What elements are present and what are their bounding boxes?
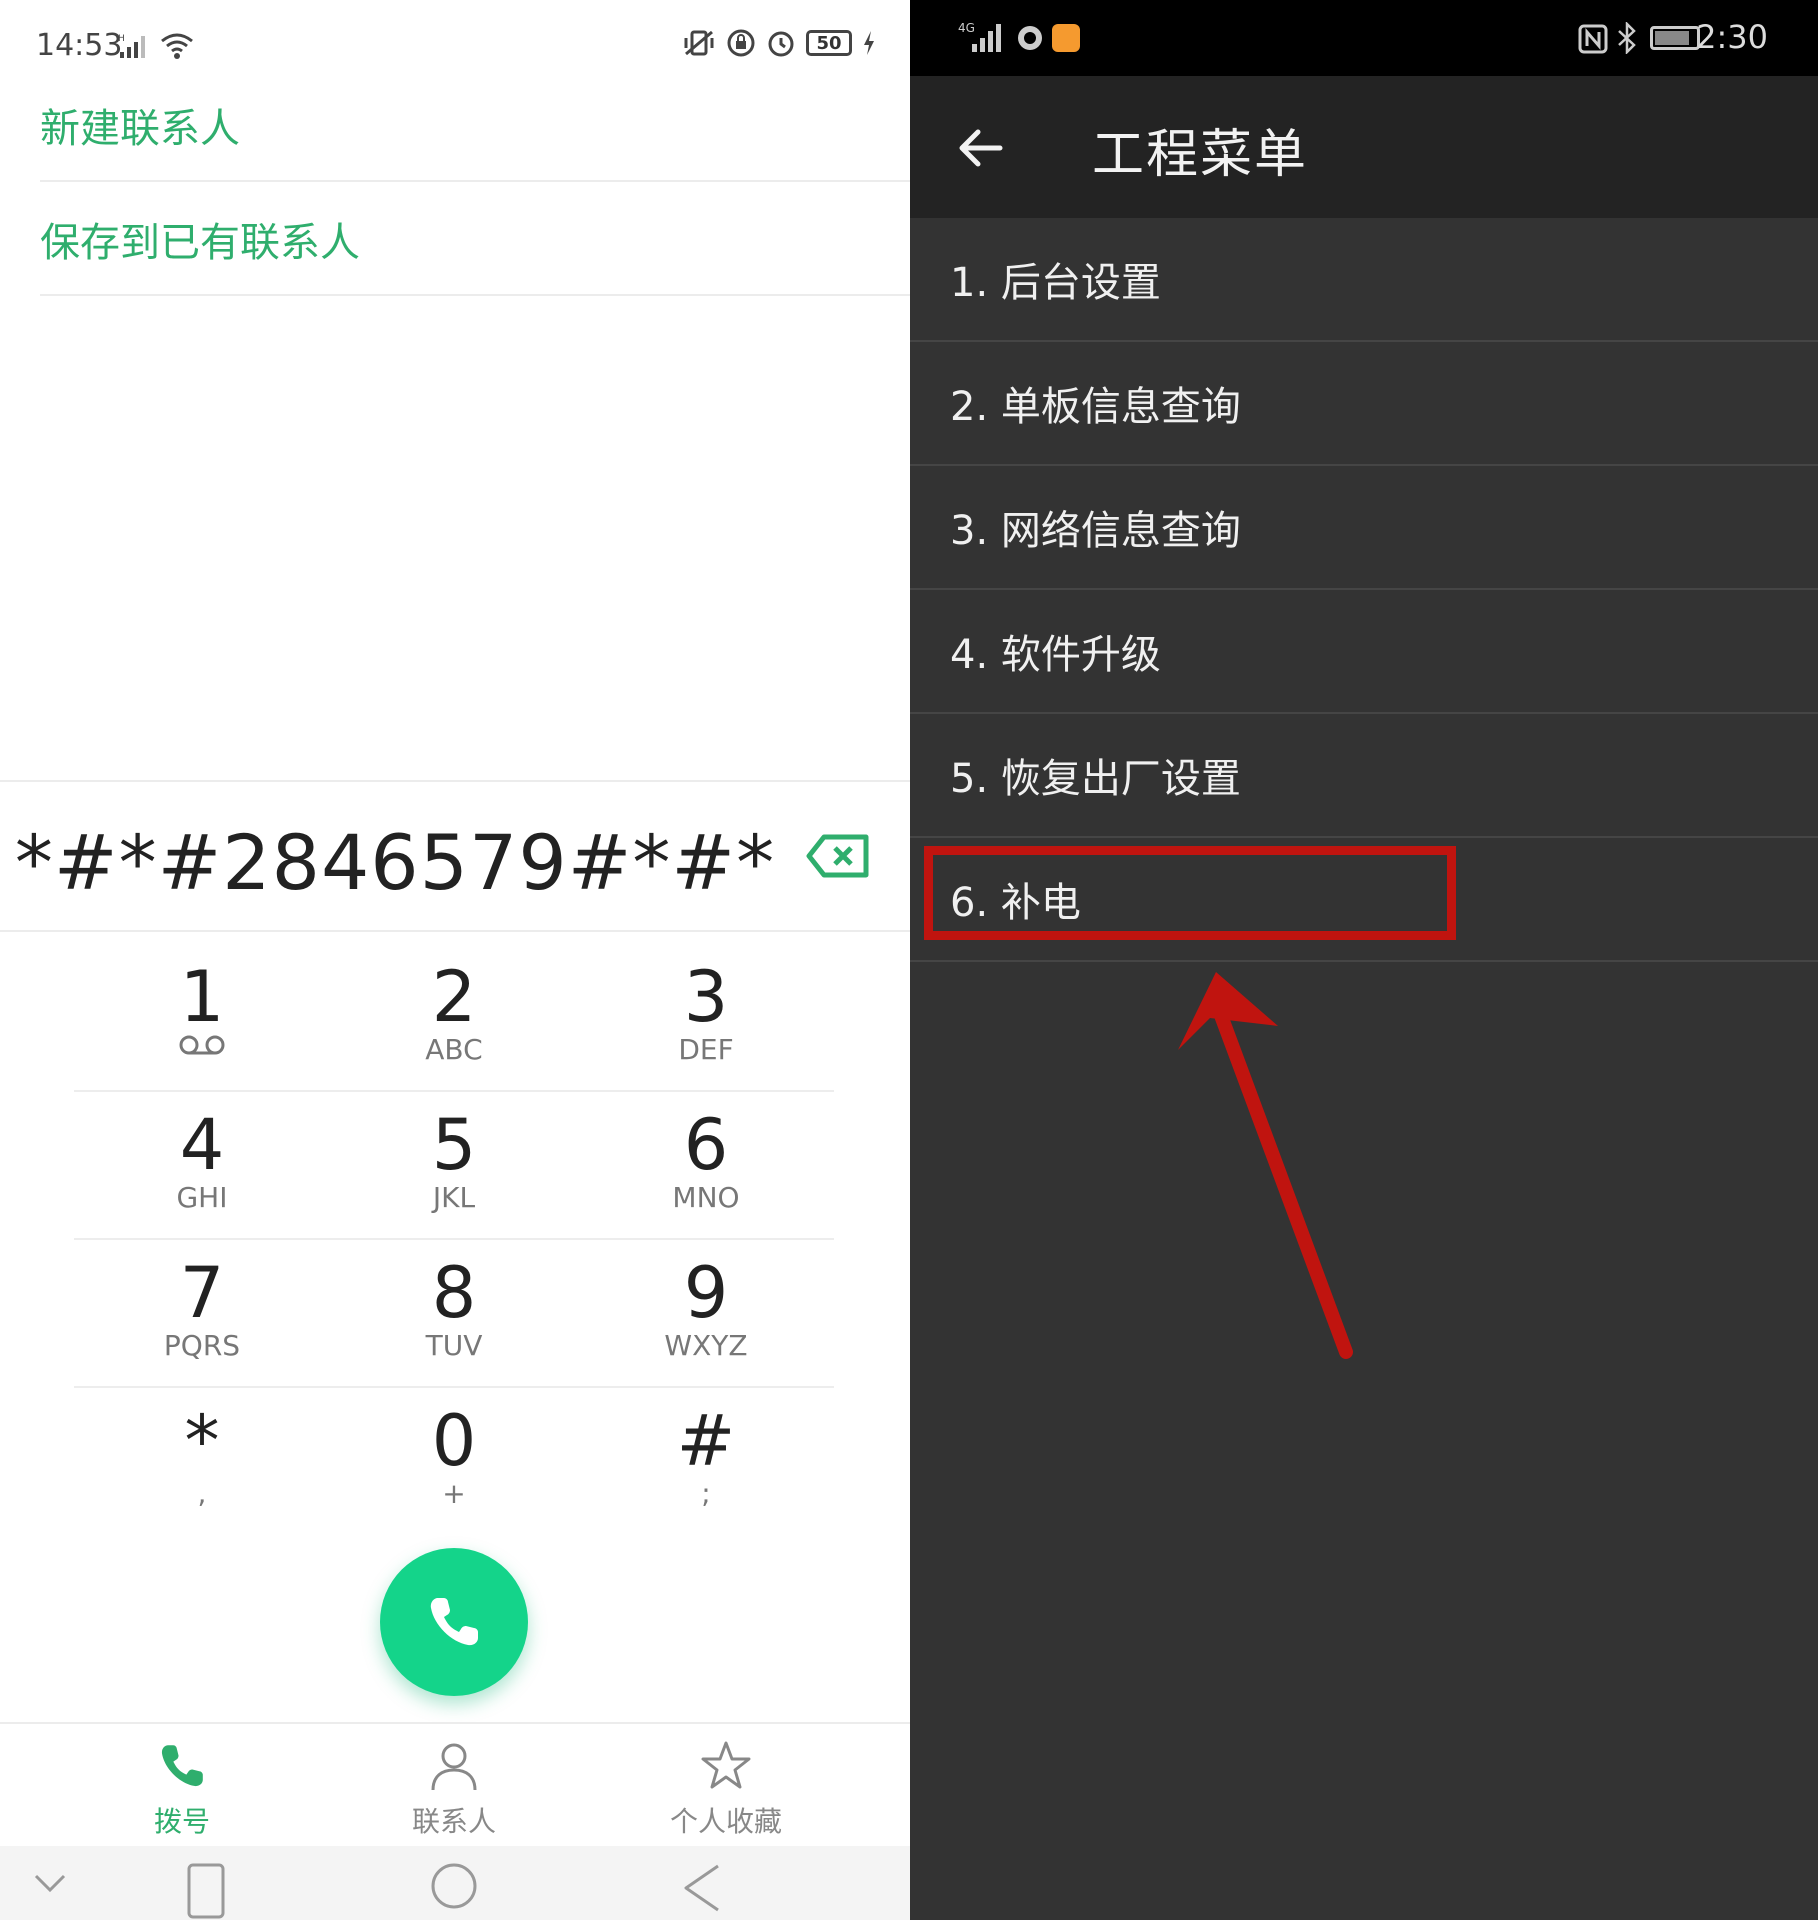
key-digit: 3 bbox=[683, 956, 729, 1038]
key-5[interactable]: 5 JKL bbox=[328, 1096, 580, 1244]
back-arrow-icon[interactable] bbox=[956, 124, 1004, 172]
menu-item-label: 3. 网络信息查询 bbox=[950, 508, 1241, 554]
home-icon[interactable] bbox=[430, 1858, 478, 1920]
battery-icon bbox=[1650, 26, 1700, 50]
key-1[interactable]: 1 bbox=[76, 948, 328, 1096]
nav-favorites-label: 个人收藏 bbox=[669, 1805, 782, 1838]
nav-contacts[interactable]: 联系人 bbox=[354, 1724, 554, 1848]
menu-item-label: 4. 软件升级 bbox=[950, 632, 1161, 678]
bottom-navigation: 拨号 联系人 个人收藏 bbox=[0, 1722, 910, 1848]
key-8[interactable]: 8 TUV bbox=[328, 1244, 580, 1392]
chevron-down-icon[interactable] bbox=[32, 1868, 68, 1896]
nav-dial-label: 拨号 bbox=[153, 1805, 210, 1838]
key-row-divider bbox=[74, 1386, 834, 1388]
battery-icon: 50 bbox=[806, 30, 852, 56]
key-letters: TUV bbox=[425, 1329, 483, 1362]
phone-icon bbox=[161, 1745, 203, 1787]
toolbar: 工程菜单 bbox=[910, 76, 1818, 218]
menu-item-software-upgrade[interactable]: 4. 软件升级 bbox=[910, 590, 1818, 714]
key-digit: 0 bbox=[431, 1400, 477, 1482]
key-0[interactable]: 0 + bbox=[328, 1392, 580, 1540]
status-bar: 4G 2:30 bbox=[910, 0, 1818, 76]
call-button[interactable] bbox=[380, 1548, 528, 1696]
nav-favorites[interactable]: 个人收藏 bbox=[626, 1724, 826, 1848]
key-letters: + bbox=[442, 1477, 466, 1510]
back-triangle-icon[interactable] bbox=[680, 1862, 722, 1920]
person-icon bbox=[431, 1743, 477, 1791]
save-existing-contact-button[interactable]: 保存到已有联系人 bbox=[40, 184, 910, 296]
key-4[interactable]: 4 GHI bbox=[76, 1096, 328, 1244]
key-digit: 2 bbox=[431, 956, 477, 1038]
system-navigation-bar bbox=[0, 1846, 910, 1920]
app-notification-icon bbox=[1018, 26, 1042, 50]
signal-icon: H bbox=[118, 34, 145, 58]
rotation-lock-icon bbox=[727, 29, 755, 57]
vibrate-off-icon bbox=[684, 30, 714, 56]
key-letters: MNO bbox=[672, 1181, 740, 1214]
key-digit: 7 bbox=[179, 1252, 225, 1334]
wifi-icon bbox=[161, 33, 193, 59]
phone-icon bbox=[430, 1598, 478, 1646]
menu-item-network-info[interactable]: 3. 网络信息查询 bbox=[910, 466, 1818, 590]
key-row-divider bbox=[74, 1090, 834, 1092]
signal-4g-icon: 4G bbox=[958, 21, 1001, 52]
menu-item-label: 1. 后台设置 bbox=[950, 260, 1161, 306]
app-badge-icon bbox=[1052, 24, 1080, 52]
key-digit: 8 bbox=[431, 1252, 477, 1334]
key-9[interactable]: 9 WXYZ bbox=[580, 1244, 832, 1392]
status-time: 2:30 bbox=[1696, 18, 1768, 56]
battery-level: 50 bbox=[816, 32, 842, 54]
menu-item-label: 2. 单板信息查询 bbox=[950, 384, 1241, 430]
key-letters: ; bbox=[701, 1477, 711, 1510]
menu-item-label: 5. 恢复出厂设置 bbox=[950, 756, 1241, 802]
key-digit: 5 bbox=[431, 1104, 477, 1186]
dialed-number: *#*#2846579#*#* bbox=[14, 818, 776, 907]
page-title: 工程菜单 bbox=[1092, 125, 1309, 185]
key-letters: JKL bbox=[432, 1181, 476, 1214]
key-7[interactable]: 7 PQRS bbox=[76, 1244, 328, 1392]
menu-item-board-info[interactable]: 2. 单板信息查询 bbox=[910, 342, 1818, 466]
svg-text:H: H bbox=[118, 34, 125, 44]
star-icon bbox=[701, 1741, 751, 1789]
backspace-icon[interactable] bbox=[806, 834, 870, 878]
key-letters: , bbox=[197, 1477, 207, 1510]
key-digit: 6 bbox=[683, 1104, 729, 1186]
key-letters: GHI bbox=[176, 1181, 228, 1214]
menu-item-background-settings[interactable]: 1. 后台设置 bbox=[910, 218, 1818, 342]
nfc-icon bbox=[1578, 24, 1608, 54]
key-3[interactable]: 3 DEF bbox=[580, 948, 832, 1096]
key-star[interactable]: * , bbox=[76, 1392, 328, 1540]
bluetooth-icon bbox=[1618, 22, 1636, 54]
nav-contacts-label: 联系人 bbox=[411, 1805, 496, 1838]
number-divider bbox=[0, 930, 910, 932]
new-contact-button[interactable]: 新建联系人 bbox=[40, 70, 910, 182]
highlight-annotation-box bbox=[924, 846, 1456, 940]
key-digit: 9 bbox=[683, 1252, 729, 1334]
engineering-menu-screen: 4G 2:30 工程菜单 1. 后台设置 2. 单板信息查询 3. 网络信息查询… bbox=[910, 0, 1818, 1920]
key-digit: * bbox=[184, 1400, 220, 1482]
annotation-arrow-icon bbox=[1178, 972, 1353, 1359]
key-6[interactable]: 6 MNO bbox=[580, 1096, 832, 1244]
new-contact-label: 新建联系人 bbox=[40, 106, 240, 152]
nav-dial[interactable]: 拨号 bbox=[82, 1724, 282, 1848]
key-digit: 4 bbox=[179, 1104, 225, 1186]
key-letters: ABC bbox=[425, 1033, 483, 1066]
recents-icon[interactable] bbox=[186, 1862, 226, 1920]
key-2[interactable]: 2 ABC bbox=[328, 948, 580, 1096]
key-row-divider bbox=[74, 1238, 834, 1240]
status-time: 14:53 bbox=[36, 28, 123, 63]
key-hash[interactable]: # ; bbox=[580, 1392, 832, 1540]
charging-icon bbox=[864, 31, 874, 55]
menu-item-factory-reset[interactable]: 5. 恢复出厂设置 bbox=[910, 714, 1818, 838]
key-letters: WXYZ bbox=[664, 1329, 748, 1362]
key-letters: DEF bbox=[678, 1033, 734, 1066]
key-digit: # bbox=[676, 1400, 736, 1482]
key-letters: PQRS bbox=[163, 1329, 241, 1362]
dialer-screen: 14:53 H 50 新建联系人 保存到已有联系人 *#*#2846579#*#… bbox=[0, 0, 910, 1922]
svg-text:4G: 4G bbox=[958, 21, 975, 35]
alarm-icon bbox=[768, 31, 794, 57]
save-existing-label: 保存到已有联系人 bbox=[40, 220, 360, 266]
key-digit: 1 bbox=[179, 956, 225, 1038]
